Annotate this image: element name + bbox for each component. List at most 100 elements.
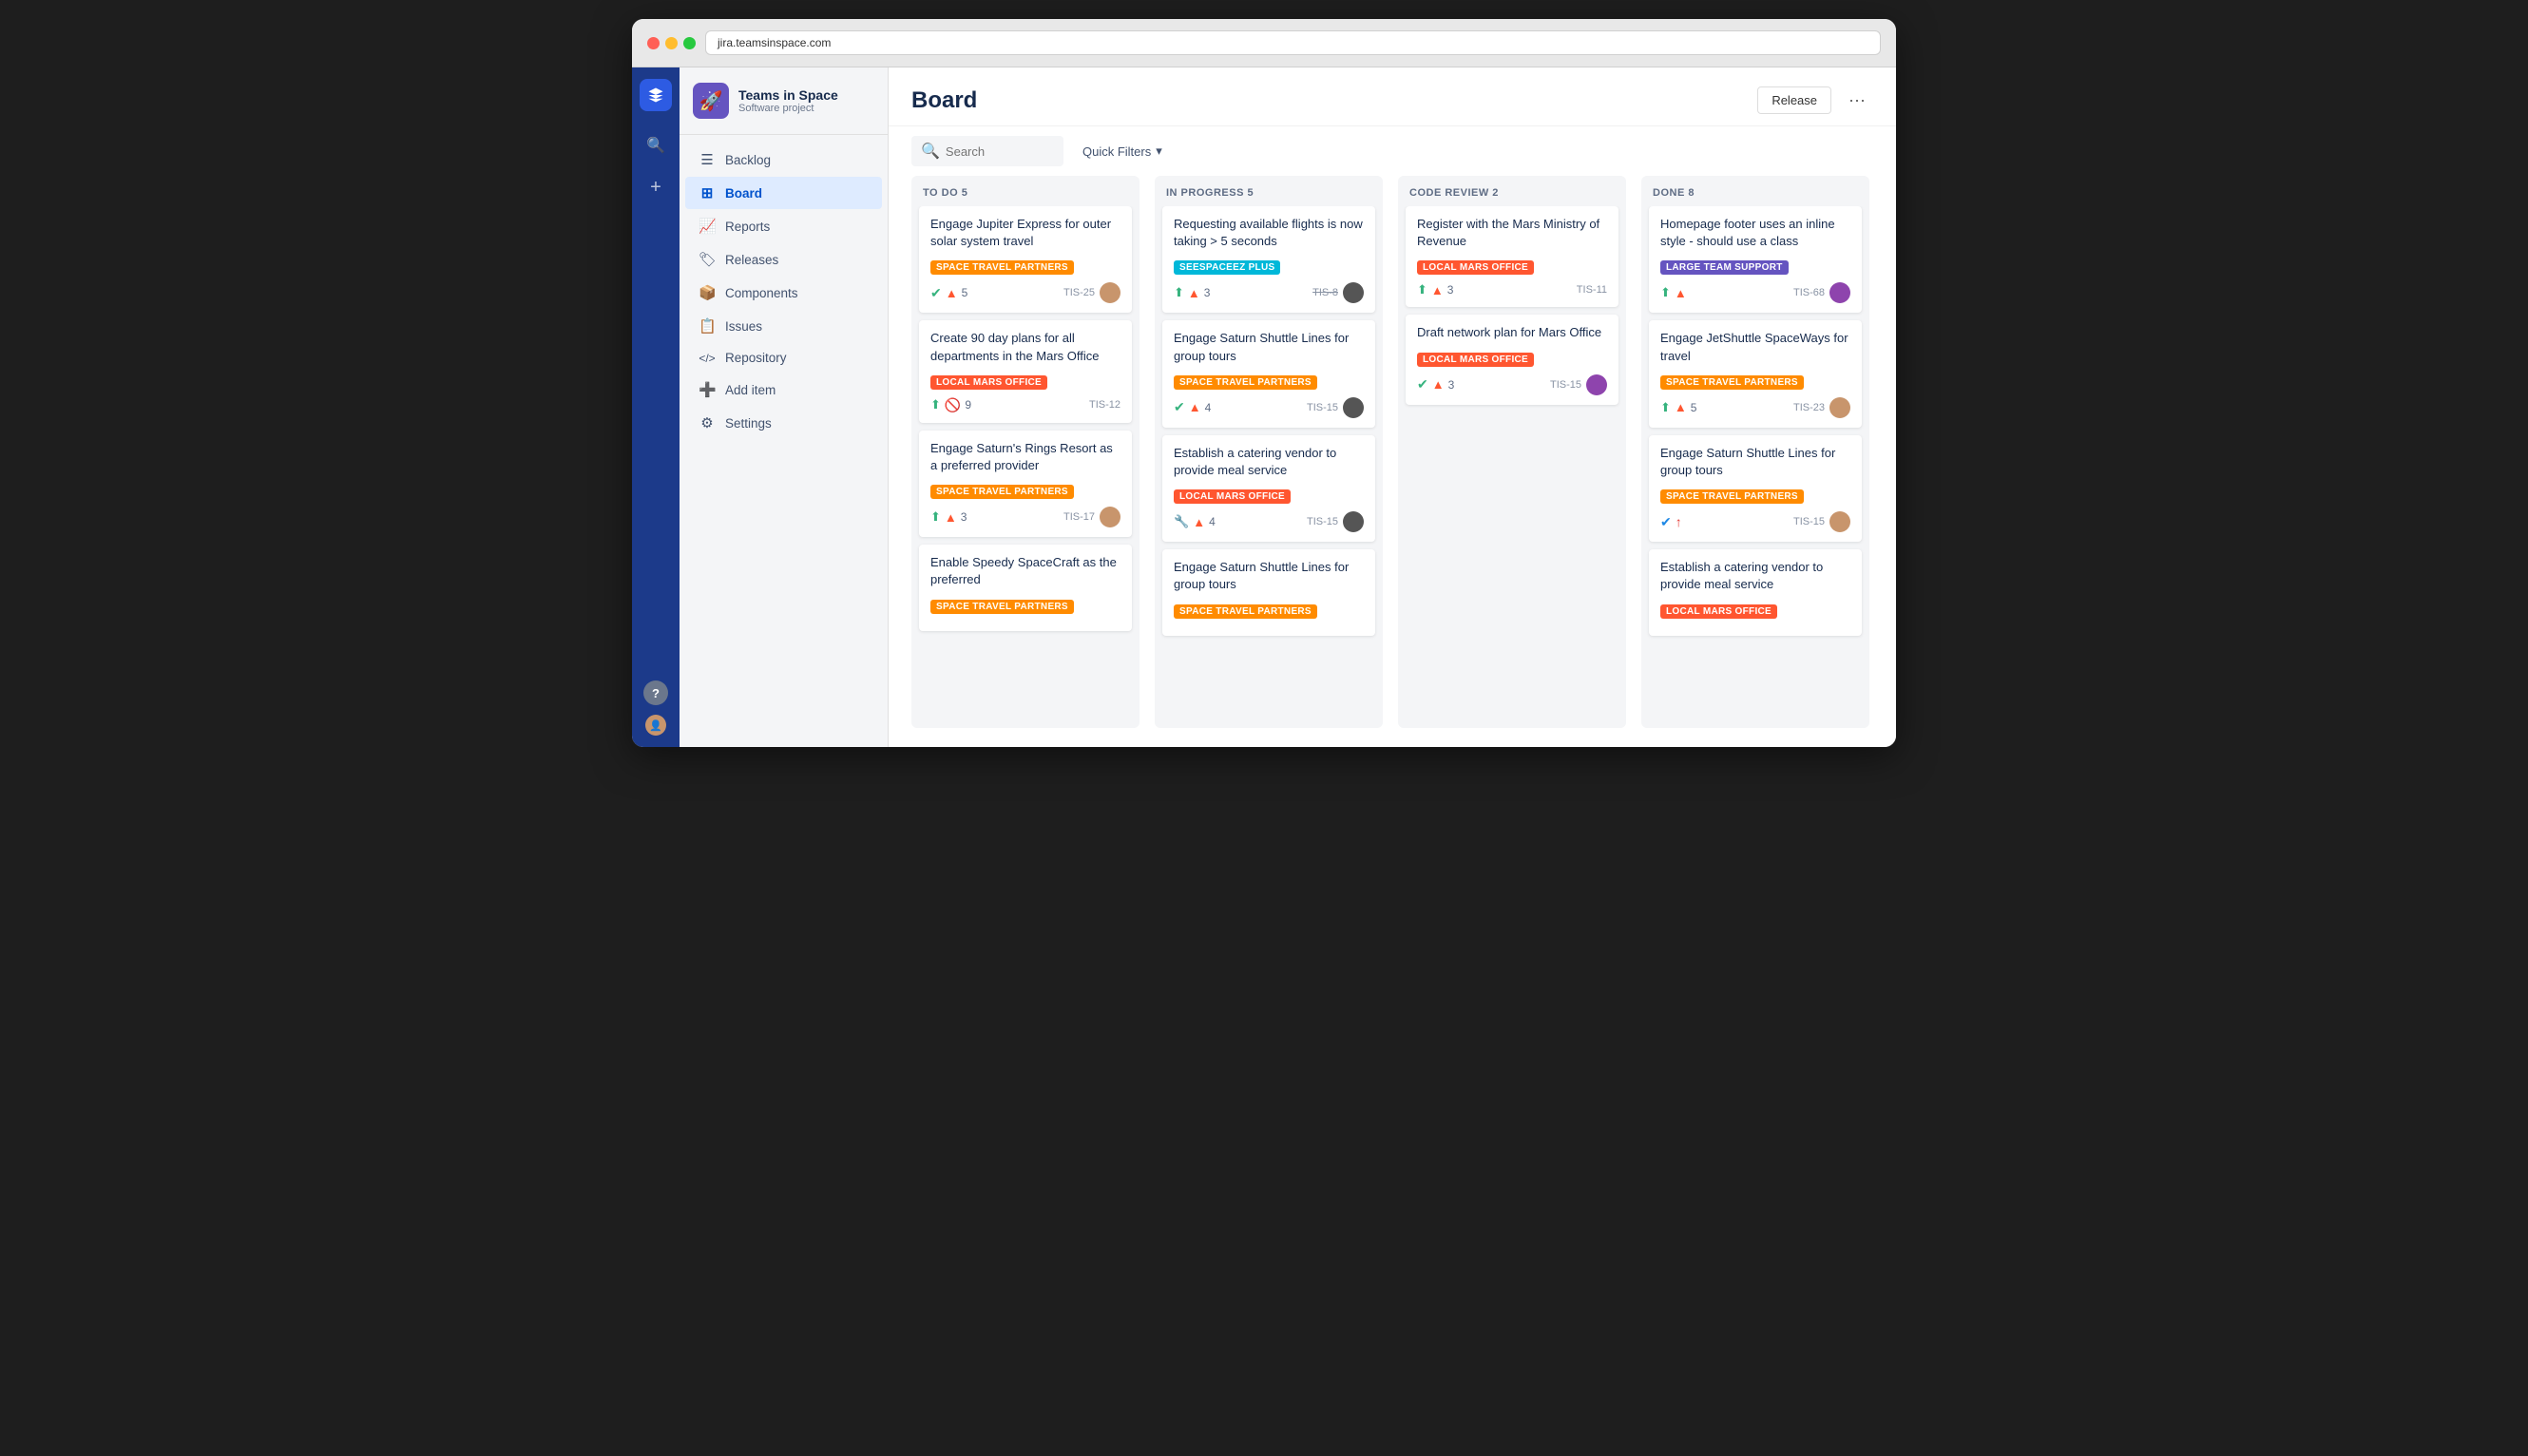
card-count: 4 — [1209, 515, 1216, 528]
add-icon: ➕ — [699, 381, 716, 398]
card-footer: ✔ ↑ TIS-15 — [1660, 511, 1850, 532]
sidebar-item-repository[interactable]: </> Repository — [685, 343, 882, 373]
card-label: LOCAL MARS OFFICE — [1660, 604, 1777, 619]
ticket-id: TIS-11 — [1577, 284, 1607, 296]
column-cards-todo: Engage Jupiter Express for outer solar s… — [911, 206, 1140, 728]
project-header: 🚀 Teams in Space Software project — [680, 67, 888, 135]
card-footer: ⬆ ▲ 3 TIS-8 — [1174, 282, 1364, 303]
column-header-done: DONE 8 — [1641, 176, 1869, 206]
card-tis12[interactable]: Create 90 day plans for all departments … — [919, 320, 1132, 422]
browser-titlebar: jira.teamsinspace.com — [632, 19, 1896, 67]
card-label: SPACE TRAVEL PARTNERS — [930, 260, 1074, 275]
ticket-id: TIS-17 — [1063, 511, 1095, 523]
card-title: Engage Saturn Shuttle Lines for group to… — [1174, 330, 1364, 364]
quick-filters-label: Quick Filters — [1082, 144, 1151, 159]
card-icons: ✔ ▲ 3 — [1417, 376, 1454, 393]
card-footer: ⬆ ▲ 3 TIS-11 — [1417, 282, 1607, 297]
sidebar-item-add[interactable]: ➕ Add item — [685, 374, 882, 406]
sidebar-item-issues[interactable]: 📋 Issues — [685, 310, 882, 342]
card-meta: TIS-15 — [1307, 511, 1364, 532]
card-meta: TIS-68 — [1793, 282, 1850, 303]
card-count: 5 — [962, 286, 968, 299]
card-footer: ⬆ ▲ 5 TIS-23 — [1660, 397, 1850, 418]
release-button[interactable]: Release — [1757, 86, 1831, 114]
priority-icon: ▲ — [1189, 400, 1201, 414]
card-tis23[interactable]: Engage JetShuttle SpaceWays for travel S… — [1649, 320, 1862, 427]
maximize-button[interactable] — [683, 37, 696, 49]
search-input[interactable] — [946, 144, 1054, 159]
sidebar-item-releases[interactable]: 🏷 Releases — [685, 243, 882, 276]
column-cards-codereview: Register with the Mars Ministry of Reven… — [1398, 206, 1626, 728]
card-tis15-ip[interactable]: Engage Saturn Shuttle Lines for group to… — [1162, 320, 1375, 427]
card-title: Engage JetShuttle SpaceWays for travel — [1660, 330, 1850, 364]
card-tis8[interactable]: Requesting available flights is now taki… — [1162, 206, 1375, 313]
filters-bar: 🔍 Quick Filters ▾ — [889, 126, 1896, 176]
close-button[interactable] — [647, 37, 660, 49]
check-icon: ✔ — [930, 285, 942, 301]
card-tis25[interactable]: Engage Jupiter Express for outer solar s… — [919, 206, 1132, 313]
card-title: Create 90 day plans for all departments … — [930, 330, 1120, 364]
settings-icon: ⚙ — [699, 414, 716, 431]
ticket-id-crossed: TIS-8 — [1312, 287, 1338, 298]
sidebar-item-backlog[interactable]: ☰ Backlog — [685, 144, 882, 176]
card-label: SPACE TRAVEL PARTNERS — [1660, 489, 1804, 504]
card-saturn-done[interactable]: Engage Saturn Shuttle Lines for group to… — [1649, 435, 1862, 542]
create-icon-bar[interactable]: + — [639, 170, 673, 204]
sidebar-item-components[interactable]: 📦 Components — [685, 277, 882, 309]
priority-icon: ▲ — [1675, 286, 1687, 300]
card-count: 9 — [965, 398, 971, 412]
icon-bar: 🔍 + ? 👤 — [632, 67, 680, 747]
card-tis17[interactable]: Engage Saturn's Rings Resort as a prefer… — [919, 431, 1132, 537]
minimize-button[interactable] — [665, 37, 678, 49]
card-meta: TIS-15 — [1307, 397, 1364, 418]
card-tis68[interactable]: Homepage footer uses an inline style - s… — [1649, 206, 1862, 313]
priority-icon: ▲ — [1193, 515, 1205, 529]
help-icon[interactable]: ? — [643, 680, 668, 705]
project-icon: 🚀 — [693, 83, 729, 119]
sidebar-item-settings[interactable]: ⚙ Settings — [685, 407, 882, 439]
card-footer: ✔ ▲ 4 TIS-15 — [1174, 397, 1364, 418]
card-meta: TIS-23 — [1793, 397, 1850, 418]
card-catering-done[interactable]: Establish a catering vendor to provide m… — [1649, 549, 1862, 635]
ticket-id: TIS-25 — [1063, 287, 1095, 298]
card-count: 3 — [1204, 286, 1211, 299]
ticket-id: TIS-15 — [1307, 402, 1338, 413]
card-tis11[interactable]: Register with the Mars Ministry of Reven… — [1406, 206, 1618, 307]
column-title-codereview: CODE REVIEW — [1409, 187, 1489, 199]
card-saturn-ip2[interactable]: Engage Saturn Shuttle Lines for group to… — [1162, 549, 1375, 635]
search-icon-bar[interactable]: 🔍 — [639, 128, 673, 163]
avatar — [1100, 507, 1120, 527]
card-footer: ✔ ▲ 5 TIS-25 — [930, 282, 1120, 303]
sidebar-item-board[interactable]: ⊞ Board — [685, 177, 882, 209]
url-bar[interactable]: jira.teamsinspace.com — [705, 30, 1881, 55]
column-title-inprogress: IN PROGRESS — [1166, 187, 1244, 199]
card-count: 3 — [961, 510, 967, 524]
card-title: Engage Saturn Shuttle Lines for group to… — [1174, 559, 1364, 593]
column-title-done: DONE — [1653, 187, 1685, 199]
more-options-button[interactable]: ··· — [1841, 86, 1873, 114]
quick-filters-button[interactable]: Quick Filters ▾ — [1075, 138, 1170, 164]
card-catering-ip[interactable]: Establish a catering vendor to provide m… — [1162, 435, 1375, 542]
card-draft-network[interactable]: Draft network plan for Mars Office LOCAL… — [1406, 315, 1618, 404]
blocked-icon: 🚫 — [945, 397, 961, 413]
ticket-id: TIS-68 — [1793, 287, 1825, 298]
column-header-inprogress: IN PROGRESS 5 — [1155, 176, 1383, 206]
reports-icon: 📈 — [699, 218, 716, 235]
card-speedy[interactable]: Enable Speedy SpaceCraft as the preferre… — [919, 545, 1132, 630]
card-meta: TIS-12 — [1089, 399, 1120, 411]
avatar — [1829, 397, 1850, 418]
card-footer: 🔧 ▲ 4 TIS-15 — [1174, 511, 1364, 532]
project-type: Software project — [738, 103, 838, 114]
sidebar-item-reports[interactable]: 📈 Reports — [685, 210, 882, 242]
sidebar-label-components: Components — [725, 286, 798, 300]
check-icon: ✔ — [1660, 514, 1672, 530]
sidebar: 🚀 Teams in Space Software project ☰ Back… — [680, 67, 889, 747]
user-avatar[interactable]: 👤 — [645, 715, 666, 736]
search-icon: 🔍 — [921, 142, 940, 161]
card-icons: ⬆ ▲ 3 — [1174, 285, 1210, 300]
column-header-todo: TO DO 5 — [911, 176, 1140, 206]
jira-logo[interactable] — [640, 79, 672, 111]
card-icons: 🔧 ▲ 4 — [1174, 514, 1216, 529]
avatar — [1343, 397, 1364, 418]
board-area: TO DO 5 Engage Jupiter Express for outer… — [889, 176, 1896, 747]
